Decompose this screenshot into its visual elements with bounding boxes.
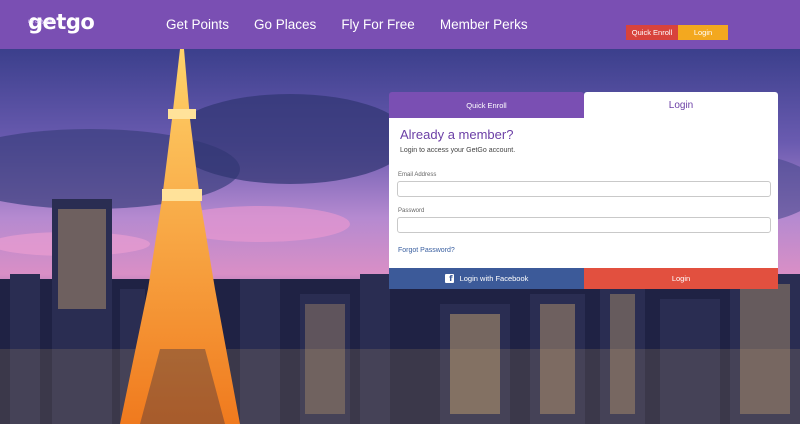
- nav-get-points[interactable]: Get Points: [166, 17, 229, 32]
- logo-tagline: it's only you: [28, 19, 54, 25]
- facebook-icon: f: [444, 274, 454, 283]
- login-title: Already a member?: [400, 127, 514, 142]
- nav-member-perks[interactable]: Member Perks: [440, 17, 528, 32]
- top-header: getgo it's only you Get Points Go Places…: [0, 0, 800, 49]
- header-login-button[interactable]: Login: [678, 25, 728, 40]
- password-label: Password: [398, 208, 425, 214]
- nav-go-places[interactable]: Go Places: [254, 17, 316, 32]
- facebook-login-button[interactable]: f Login with Facebook: [389, 268, 584, 289]
- quick-enroll-button[interactable]: Quick Enroll: [626, 25, 678, 40]
- login-submit-button[interactable]: Login: [584, 268, 778, 289]
- tab-quick-enroll[interactable]: Quick Enroll: [389, 92, 584, 118]
- getgo-logo[interactable]: getgo: [28, 12, 95, 38]
- email-label: Email Address: [398, 172, 437, 178]
- header-buttons: Quick Enroll Login: [626, 25, 728, 40]
- login-actions: f Login with Facebook Login: [389, 268, 778, 289]
- forgot-password-link[interactable]: Forgot Password?: [398, 247, 455, 254]
- login-subtitle: Login to access your GetGo account.: [400, 147, 516, 154]
- password-field[interactable]: [397, 217, 771, 233]
- nav-fly-for-free[interactable]: Fly For Free: [341, 17, 415, 32]
- login-card: Quick Enroll Login Already a member? Log…: [389, 92, 778, 289]
- login-panel: Already a member? Login to access your G…: [389, 118, 778, 268]
- email-field[interactable]: [397, 181, 771, 197]
- login-tabs: Quick Enroll Login: [389, 92, 778, 118]
- facebook-login-label: Login with Facebook: [459, 274, 529, 283]
- tab-login[interactable]: Login: [584, 92, 778, 118]
- main-nav: Get Points Go Places Fly For Free Member…: [166, 0, 553, 49]
